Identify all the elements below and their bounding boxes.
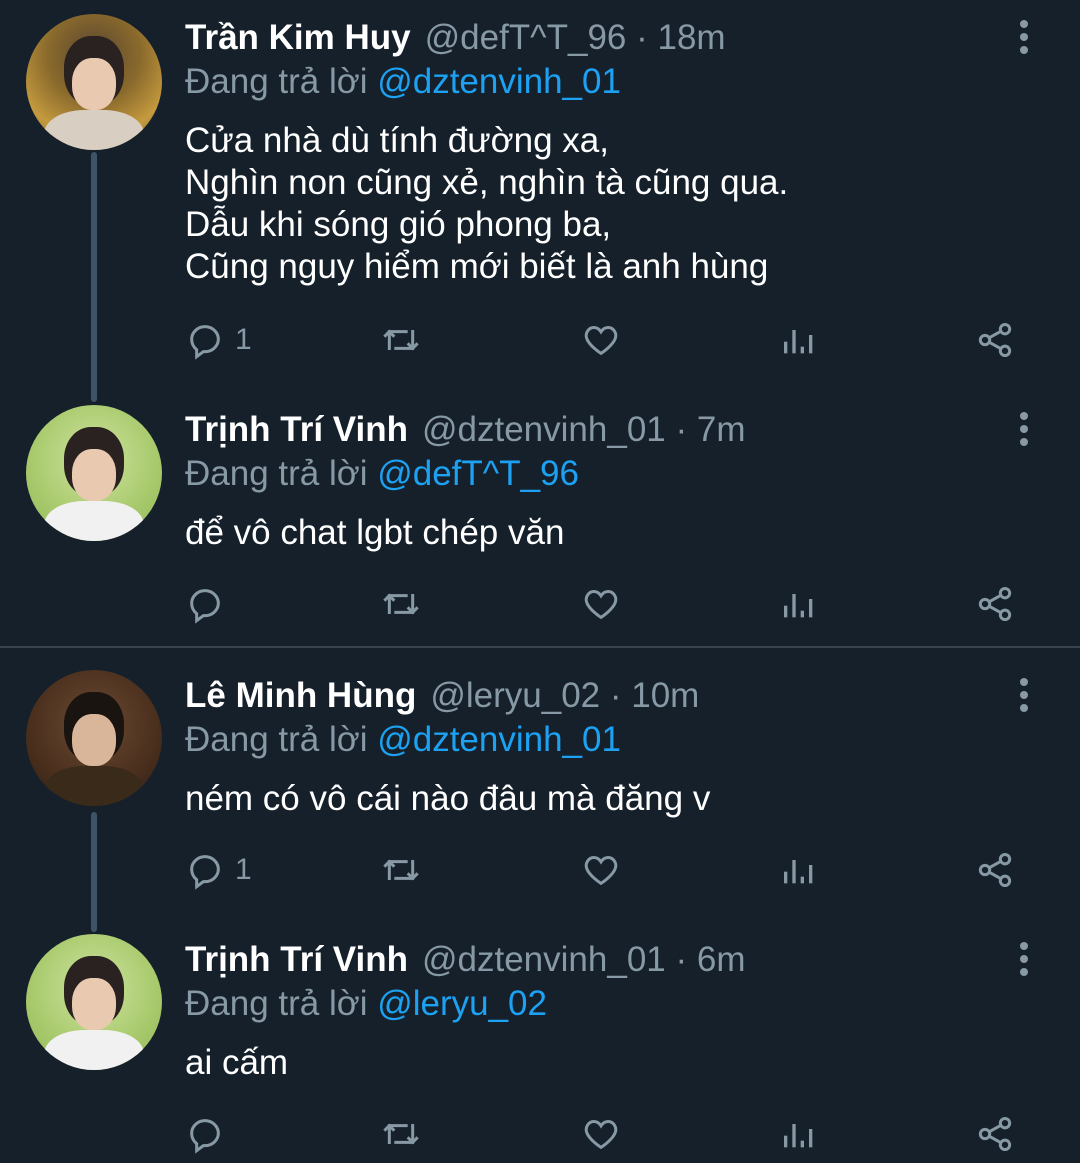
reply-icon <box>190 589 220 624</box>
tweet-actions: 1 <box>185 848 1025 892</box>
reply-button[interactable]: 1 <box>185 318 252 362</box>
reply-count: 1 <box>235 853 252 886</box>
tweet-text: Cửa nhà dù tính đường xa, Nghìn non cũng… <box>185 121 789 286</box>
like-icon <box>584 589 618 620</box>
reply-prefix: Đang trả lời <box>185 62 368 101</box>
avatar[interactable] <box>26 934 162 1070</box>
analytics-button[interactable] <box>779 582 819 626</box>
display-name[interactable]: Trịnh Trí Vinh <box>185 410 408 449</box>
reply-context: Đang trả lời @defT^T_96 <box>185 454 579 494</box>
like-button[interactable] <box>581 582 621 626</box>
reply-prefix: Đang trả lời <box>185 454 368 493</box>
more-options-icon[interactable] <box>1016 942 1032 982</box>
tweet-actions: 1 <box>185 318 1025 362</box>
reply-button[interactable] <box>185 582 235 626</box>
more-options-icon[interactable] <box>1016 678 1032 718</box>
reply-mention[interactable]: @leryu_02 <box>377 984 547 1023</box>
divider <box>0 646 1080 648</box>
reply-prefix: Đang trả lời <box>185 984 368 1023</box>
reply-button[interactable]: 1 <box>185 848 252 892</box>
handle-time: @leryu_02 · 10m <box>430 676 700 715</box>
retweet-button[interactable] <box>381 582 421 626</box>
reply-icon <box>190 1119 220 1154</box>
reply-icon <box>190 325 220 360</box>
reply-button[interactable] <box>185 1112 235 1156</box>
retweet-button[interactable] <box>381 318 421 362</box>
reply-mention[interactable]: @dztenvinh_01 <box>377 720 621 759</box>
display-name[interactable]: Lê Minh Hùng <box>185 676 416 715</box>
analytics-icon <box>784 1124 813 1148</box>
analytics-icon <box>784 330 813 354</box>
analytics-icon <box>784 594 813 618</box>
reply-count: 1 <box>235 323 252 356</box>
handle-time: @dztenvinh_01 · 6m <box>422 940 746 979</box>
reply-context: Đang trả lời @dztenvinh_01 <box>185 720 621 760</box>
analytics-button[interactable] <box>779 848 819 892</box>
avatar[interactable] <box>26 405 162 541</box>
tweet[interactable]: Trịnh Trí Vinh @dztenvinh_01 · 6m Đang tr… <box>0 922 1080 1163</box>
reply-mention[interactable]: @dztenvinh_01 <box>377 62 621 101</box>
handle-time: @dztenvinh_01 · 7m <box>422 410 746 449</box>
more-options-icon[interactable] <box>1016 20 1032 60</box>
share-button[interactable] <box>975 582 1015 626</box>
analytics-button[interactable] <box>779 1112 819 1156</box>
tweet-actions <box>185 1112 1025 1156</box>
retweet-button[interactable] <box>381 1112 421 1156</box>
retweet-button[interactable] <box>381 848 421 892</box>
tweet-header: Trần Kim Huy @defT^T_96 · 18m <box>185 18 726 58</box>
display-name[interactable]: Trần Kim Huy <box>185 18 411 57</box>
retweet-icon <box>383 1123 419 1145</box>
tweet-header: Lê Minh Hùng @leryu_02 · 10m <box>185 676 699 716</box>
share-icon <box>978 587 1012 621</box>
reply-context: Đang trả lời @dztenvinh_01 <box>185 62 621 102</box>
like-icon <box>584 1119 618 1150</box>
like-button[interactable] <box>581 318 621 362</box>
like-icon <box>584 325 618 356</box>
tweet-actions <box>185 582 1025 626</box>
tweet-header: Trịnh Trí Vinh @dztenvinh_01 · 7m <box>185 410 745 450</box>
tweet-text: ném có vô cái nào đâu mà đăng v <box>185 779 711 818</box>
retweet-icon <box>383 859 419 881</box>
avatar[interactable] <box>26 670 162 806</box>
analytics-icon <box>784 860 813 884</box>
reply-context: Đang trả lời @leryu_02 <box>185 984 547 1024</box>
like-button[interactable] <box>581 848 621 892</box>
display-name[interactable]: Trịnh Trí Vinh <box>185 940 408 979</box>
like-button[interactable] <box>581 1112 621 1156</box>
tweet-text: ai cấm <box>185 1043 289 1082</box>
share-icon <box>978 1117 1012 1151</box>
tweet[interactable]: Trần Kim Huy @defT^T_96 · 18m Đang trả lờ… <box>0 0 1080 395</box>
share-button[interactable] <box>975 318 1015 362</box>
handle-time: @defT^T_96 · 18m <box>424 18 726 57</box>
tweet[interactable]: Lê Minh Hùng @leryu_02 · 10m Đang trả lời… <box>0 658 1080 920</box>
like-icon <box>584 855 618 886</box>
share-icon <box>978 853 1012 887</box>
avatar[interactable] <box>26 14 162 150</box>
share-icon <box>978 323 1012 357</box>
tweet-text: để vô chat lgbt chép văn <box>185 513 565 552</box>
tweet-header: Trịnh Trí Vinh @dztenvinh_01 · 6m <box>185 940 745 980</box>
reply-icon <box>190 855 220 890</box>
share-button[interactable] <box>975 848 1015 892</box>
analytics-button[interactable] <box>779 318 819 362</box>
retweet-icon <box>383 593 419 615</box>
retweet-icon <box>383 329 419 351</box>
share-button[interactable] <box>975 1112 1015 1156</box>
reply-mention[interactable]: @defT^T_96 <box>377 454 579 493</box>
tweet[interactable]: Trịnh Trí Vinh @dztenvinh_01 · 7m Đang tr… <box>0 392 1080 647</box>
reply-prefix: Đang trả lời <box>185 720 368 759</box>
more-options-icon[interactable] <box>1016 412 1032 452</box>
